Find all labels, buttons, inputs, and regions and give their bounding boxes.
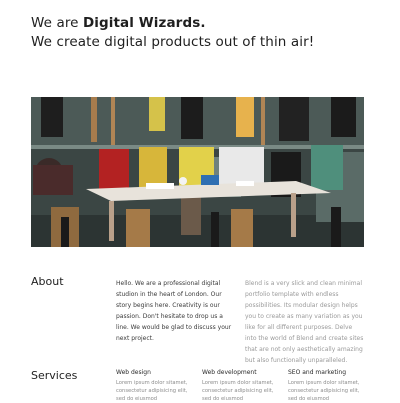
hero-line2: We create digital products out of thin a… — [31, 34, 315, 50]
services-title: Services — [31, 369, 78, 382]
service-name: Web design — [116, 369, 151, 376]
hero-line1-prefix: We are — [31, 15, 83, 31]
service-desc: Lorem ipsum dolor sitamet, consectetur a… — [288, 380, 360, 402]
team-meeting-photo — [31, 97, 364, 247]
about-text-secondary: Blend is a very slick and clean minimal … — [245, 280, 364, 364]
service-web-design: Web design Lorem ipsum dolor sitamet, co… — [116, 369, 196, 403]
about-title: About — [31, 275, 64, 288]
service-name: SEO and marketing — [288, 369, 346, 376]
hero-heading: We are Digital Wizards. We create digita… — [31, 14, 331, 52]
hero-line1-strong: Digital Wizards. — [82, 15, 206, 31]
service-desc: Lorem ipsum dolor sitamet, consectetur a… — [202, 380, 274, 402]
page: We are Digital Wizards. We create digita… — [0, 0, 400, 403]
service-seo-marketing: SEO and marketing Lorem ipsum dolor sita… — [288, 369, 368, 403]
about-text-primary: Hello. We are a professional digital stu… — [116, 280, 232, 342]
hero-photo — [31, 97, 364, 247]
service-desc: Lorem ipsum dolor sitamet, consectetur a… — [116, 380, 188, 402]
service-web-development: Web development Lorem ipsum dolor sitame… — [202, 369, 282, 403]
service-name: Web development — [202, 369, 257, 376]
